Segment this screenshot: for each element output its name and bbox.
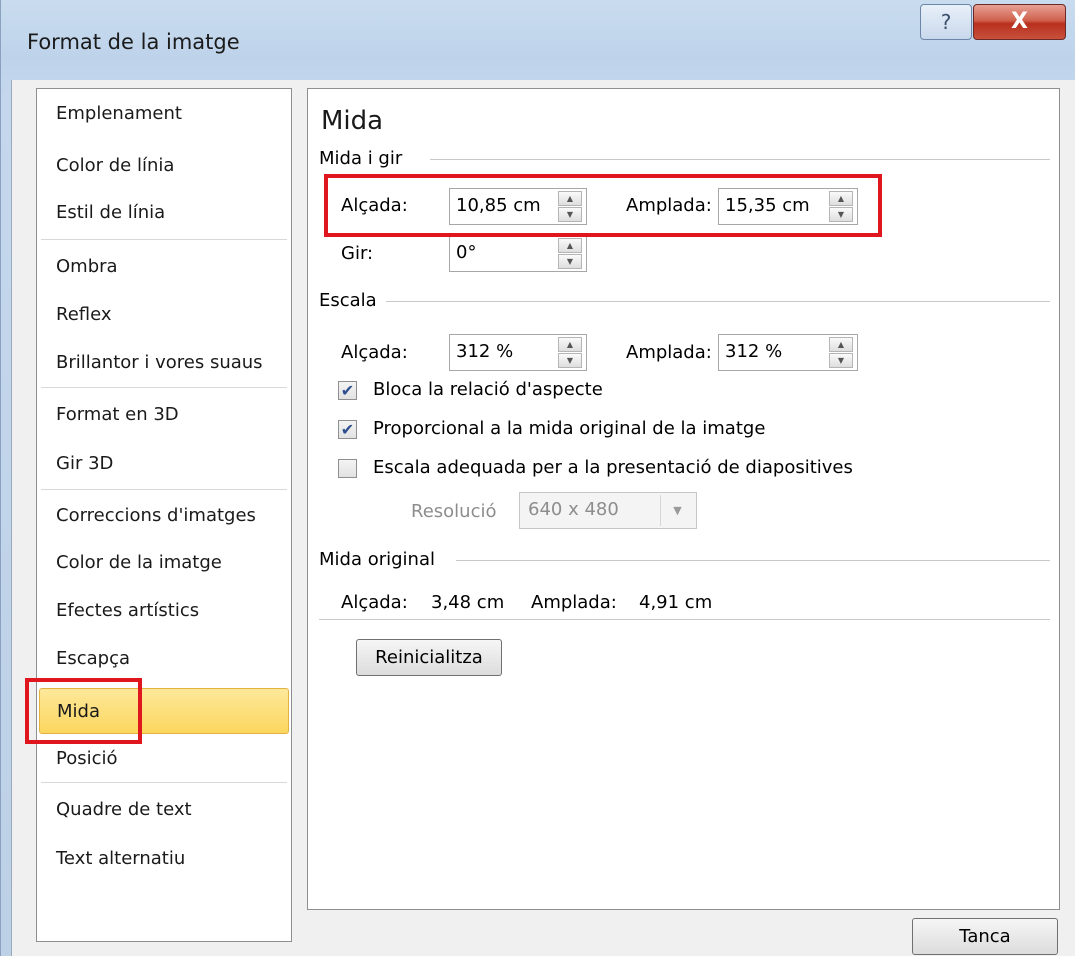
best-scale-checkbox[interactable]	[338, 459, 357, 478]
spin-up-icon[interactable]: ▲	[558, 337, 582, 352]
original-height-value: 3,48 cm	[431, 592, 505, 613]
highlight-size-fields	[324, 174, 882, 237]
pane-heading: Mida	[321, 106, 384, 136]
reset-button[interactable]: Reinicialitza	[356, 639, 502, 676]
spin-up-icon[interactable]: ▲	[829, 337, 853, 352]
scale-height-spinner[interactable]: ▲ ▼	[558, 337, 582, 368]
close-window-button[interactable]: X	[973, 4, 1066, 40]
chevron-down-icon[interactable]: ▼	[660, 495, 694, 526]
group-divider	[319, 619, 1050, 620]
rotation-label: Gir:	[341, 243, 374, 264]
title-bar: Format de la imatge ? X	[1, 0, 1075, 80]
nav-separator	[41, 782, 287, 783]
scale-width-label: Amplada:	[626, 342, 712, 363]
spin-up-icon[interactable]: ▲	[558, 238, 582, 253]
nav-item-line-color[interactable]: Color de línia	[39, 143, 289, 189]
close-button[interactable]: Tanca	[912, 918, 1058, 955]
rotation-value: 0°	[456, 242, 477, 263]
nav-item-fill[interactable]: Emplenament	[39, 91, 289, 137]
nav-separator	[41, 489, 287, 490]
highlight-size-nav	[25, 678, 142, 744]
nav-item-line-style[interactable]: Estil de línia	[39, 190, 289, 236]
scale-height-label: Alçada:	[341, 342, 408, 363]
group-divider	[456, 560, 1050, 561]
original-width-label: Amplada:	[531, 592, 617, 613]
relative-original-label[interactable]: Proporcional a la mida original de la im…	[373, 418, 765, 439]
nav-item-alt-text[interactable]: Text alternatiu	[39, 836, 289, 882]
scale-height-input[interactable]: 312 % ▲ ▼	[449, 334, 587, 371]
original-width-value: 4,91 cm	[639, 592, 713, 613]
nav-item-artistic-effects[interactable]: Efectes artístics	[39, 588, 289, 634]
window-title: Format de la imatge	[27, 30, 240, 54]
spin-down-icon[interactable]: ▼	[558, 254, 582, 269]
close-icon: X	[1011, 9, 1028, 34]
rotation-spinner[interactable]: ▲ ▼	[558, 238, 582, 269]
help-button[interactable]: ?	[920, 4, 972, 40]
spin-down-icon[interactable]: ▼	[558, 353, 582, 368]
lock-aspect-label[interactable]: Bloca la relació d'aspecte	[373, 379, 603, 400]
scale-width-input[interactable]: 312 % ▲ ▼	[718, 334, 858, 371]
spin-down-icon[interactable]: ▼	[829, 353, 853, 368]
nav-separator	[41, 387, 287, 388]
resolution-dropdown[interactable]: 640 x 480 ▼	[519, 492, 697, 529]
group-divider	[386, 301, 1050, 302]
rotation-input[interactable]: 0° ▲ ▼	[449, 235, 587, 272]
size-rotate-group-label: Mida i gir	[319, 148, 403, 169]
category-list: Emplenament Color de línia Estil de líni…	[36, 88, 292, 942]
nav-item-picture-color[interactable]: Color de la imatge	[39, 540, 289, 586]
original-size-group-label: Mida original	[319, 549, 435, 570]
original-height-label: Alçada:	[341, 592, 408, 613]
scale-group-label: Escala	[319, 290, 377, 311]
help-icon: ?	[940, 10, 952, 34]
dialog-window: Format de la imatge ? X Emplenament Colo…	[0, 0, 1075, 956]
nav-item-shadow[interactable]: Ombra	[39, 244, 289, 290]
nav-item-crop[interactable]: Escapça	[39, 636, 289, 682]
scale-width-spinner[interactable]: ▲ ▼	[829, 337, 853, 368]
resolution-value: 640 x 480	[528, 499, 619, 520]
nav-item-3d-format[interactable]: Format en 3D	[39, 392, 289, 438]
nav-item-picture-corrections[interactable]: Correccions d'imatges	[39, 493, 289, 539]
nav-item-text-box[interactable]: Quadre de text	[39, 787, 289, 833]
nav-item-glow-soft-edges[interactable]: Brillantor i vores suaus	[39, 340, 289, 386]
nav-item-3d-rotation[interactable]: Gir 3D	[39, 441, 289, 487]
resolution-label: Resolució	[411, 501, 497, 522]
nav-item-reflection[interactable]: Reflex	[39, 292, 289, 338]
nav-separator	[41, 239, 287, 240]
relative-original-checkbox[interactable]: ✔	[338, 420, 357, 439]
group-divider	[430, 159, 1050, 160]
scale-width-value: 312 %	[725, 341, 783, 362]
lock-aspect-checkbox[interactable]: ✔	[338, 381, 357, 400]
scale-height-value: 312 %	[456, 341, 514, 362]
best-scale-label[interactable]: Escala adequada per a la presentació de …	[373, 457, 853, 478]
